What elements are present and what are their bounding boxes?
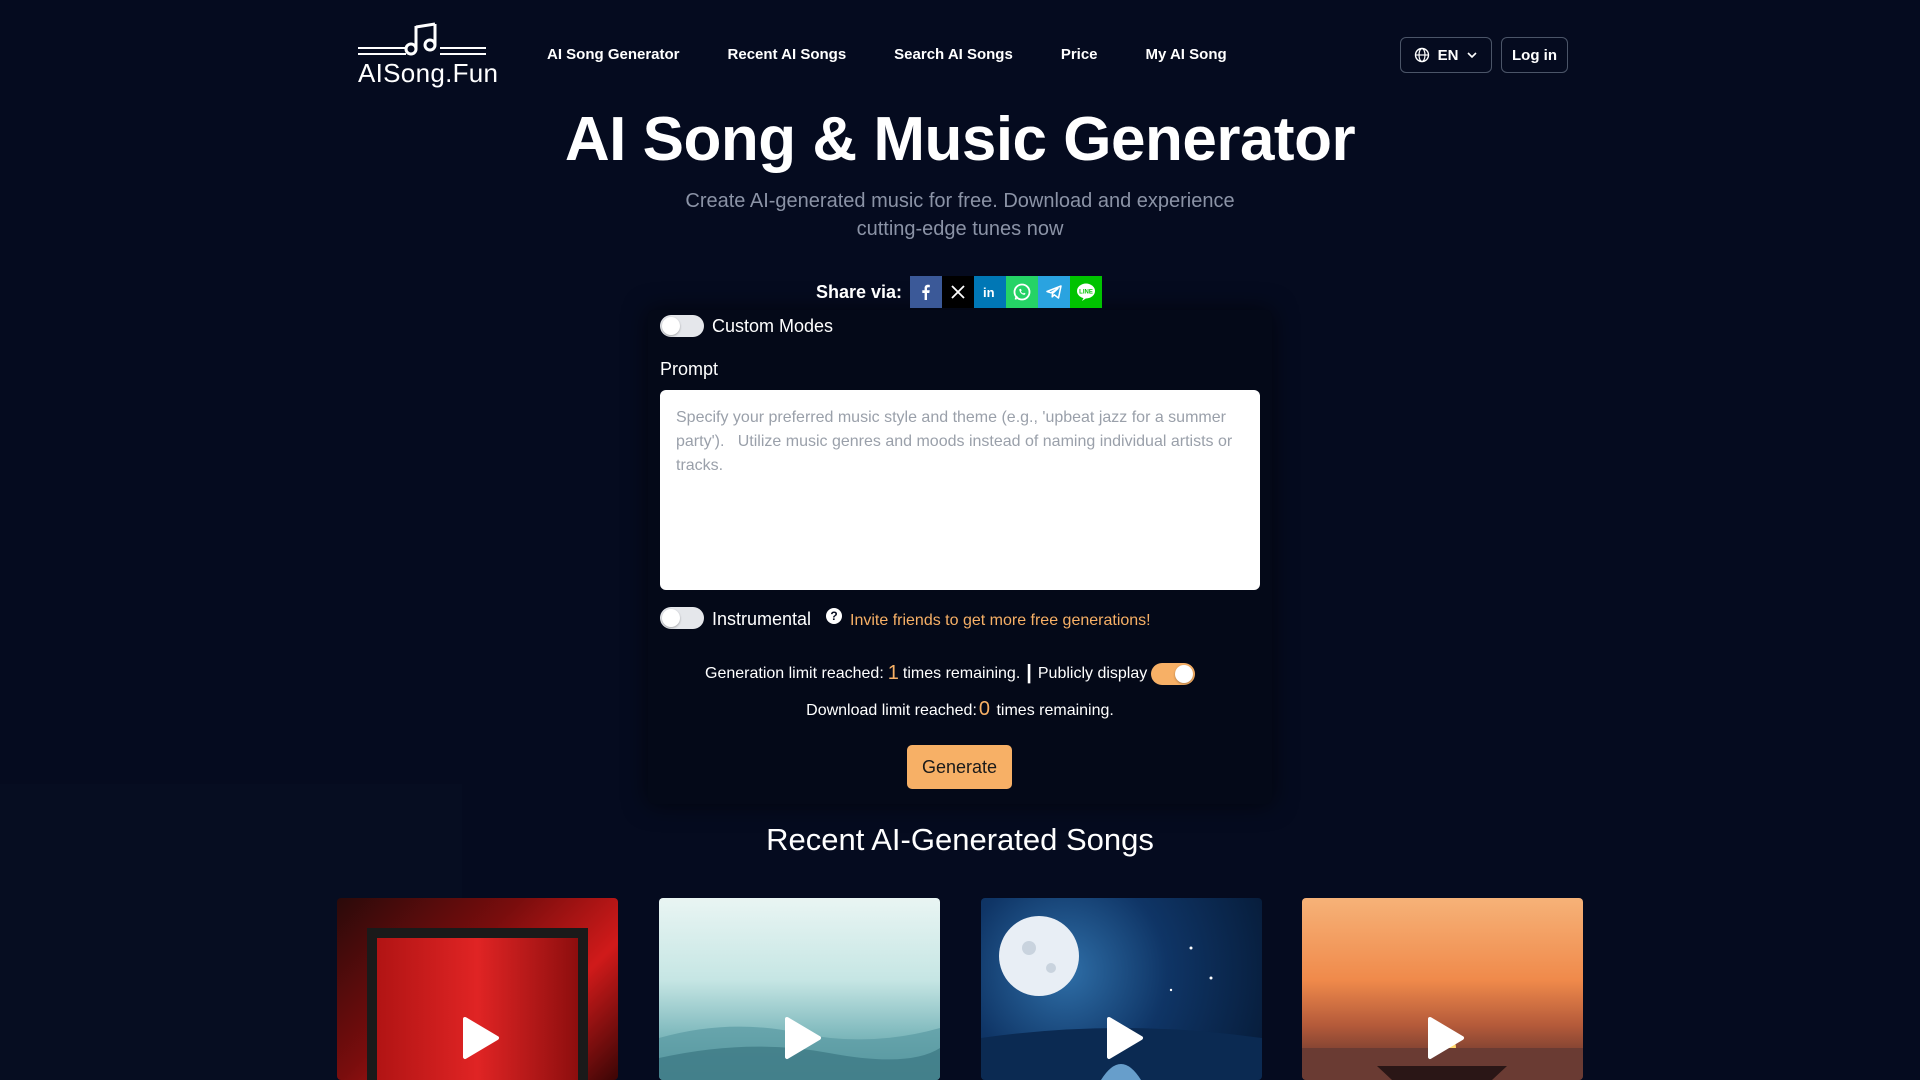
x-icon	[951, 285, 965, 299]
song-card-red[interactable]	[337, 898, 618, 1080]
toggle-knob	[662, 609, 680, 627]
chevron-down-icon	[1467, 52, 1477, 59]
share-linkedin-button[interactable]: in	[974, 276, 1007, 308]
toggle-knob	[1175, 664, 1194, 683]
play-icon	[784, 1017, 821, 1059]
nav-search-ai-songs[interactable]: Search AI Songs	[894, 46, 1013, 63]
download-limit-suffix: times remaining.	[996, 702, 1114, 719]
whatsapp-icon	[1013, 283, 1031, 301]
play-icon	[1106, 1017, 1143, 1059]
prompt-label: Prompt	[660, 359, 719, 379]
page-subtitle: Create AI-generated music for free. Down…	[685, 190, 1235, 240]
instrumental-label: Instrumental	[712, 609, 812, 629]
language-selector[interactable]: EN	[1400, 37, 1492, 73]
linkedin-icon: in	[983, 285, 995, 300]
language-label: EN	[1437, 46, 1459, 64]
share-bar: Share via: in LINE	[816, 276, 1103, 308]
prompt-textarea[interactable]	[660, 390, 1260, 590]
public-display-toggle[interactable]	[1151, 662, 1196, 685]
nav-price[interactable]: Price	[1061, 46, 1098, 63]
generation-limit-prefix: Generation limit reached:	[705, 664, 884, 682]
share-line-button[interactable]: LINE	[1070, 276, 1103, 308]
share-whatsapp-button[interactable]	[1006, 276, 1039, 308]
nav-ai-song-generator[interactable]: AI Song Generator	[547, 46, 680, 63]
instrumental-toggle[interactable]	[660, 607, 704, 629]
download-limit-row: Download limit reached: 0 times remaining…	[0, 698, 1920, 721]
download-limit-prefix: Download limit reached:	[806, 702, 977, 719]
song-card-ocean[interactable]	[659, 898, 940, 1080]
toggle-knob	[662, 317, 680, 335]
generation-limit-row: Generation limit reached: 1 times remain…	[705, 662, 1196, 685]
nav-recent-ai-songs[interactable]: Recent AI Songs	[728, 46, 847, 63]
custom-modes-toggle[interactable]	[660, 315, 704, 337]
separator: |	[1026, 662, 1032, 684]
logo-wordmark: AISong.Fun	[358, 58, 499, 88]
invite-friends-link[interactable]: Invite friends to get more free generati…	[850, 612, 1151, 630]
play-icon	[462, 1017, 499, 1059]
telegram-icon	[1046, 285, 1062, 299]
page-title: AI Song & Music Generator	[564, 105, 1356, 174]
site-header: AISong.Fun AI Song Generator Recent AI S…	[0, 0, 1920, 112]
play-icon	[1427, 1017, 1464, 1059]
generation-remaining-count: 1	[887, 662, 899, 684]
share-telegram-button[interactable]	[1038, 276, 1071, 308]
recent-songs-title: Recent AI-Generated Songs	[766, 822, 1154, 857]
share-label: Share via:	[816, 281, 903, 302]
custom-modes-label: Custom Modes	[712, 316, 834, 336]
share-facebook-button[interactable]	[910, 276, 943, 308]
globe-icon	[1414, 47, 1429, 63]
generation-limit-suffix: times remaining.	[902, 664, 1021, 682]
song-card-sunset[interactable]	[1302, 898, 1583, 1080]
nav-my-ai-song[interactable]: My AI Song	[1146, 46, 1227, 63]
generate-button[interactable]: Generate	[907, 745, 1012, 789]
song-card-moon[interactable]	[981, 898, 1262, 1080]
download-remaining-count: 0	[978, 698, 991, 720]
svg-text:in: in	[983, 285, 995, 300]
line-icon: LINE	[1077, 283, 1096, 301]
question-help-icon[interactable]: ?	[826, 608, 842, 624]
share-x-button[interactable]	[942, 276, 975, 308]
facebook-icon	[922, 284, 930, 300]
site-logo[interactable]: AISong.Fun	[358, 22, 498, 88]
main-nav: AI Song Generator Recent AI Songs Search…	[547, 46, 1227, 63]
svg-text:LINE: LINE	[1079, 290, 1093, 296]
music-note-logo-icon	[358, 22, 486, 56]
login-button[interactable]: Log in	[1501, 37, 1568, 73]
public-display-label: Publicly display	[1037, 664, 1148, 682]
